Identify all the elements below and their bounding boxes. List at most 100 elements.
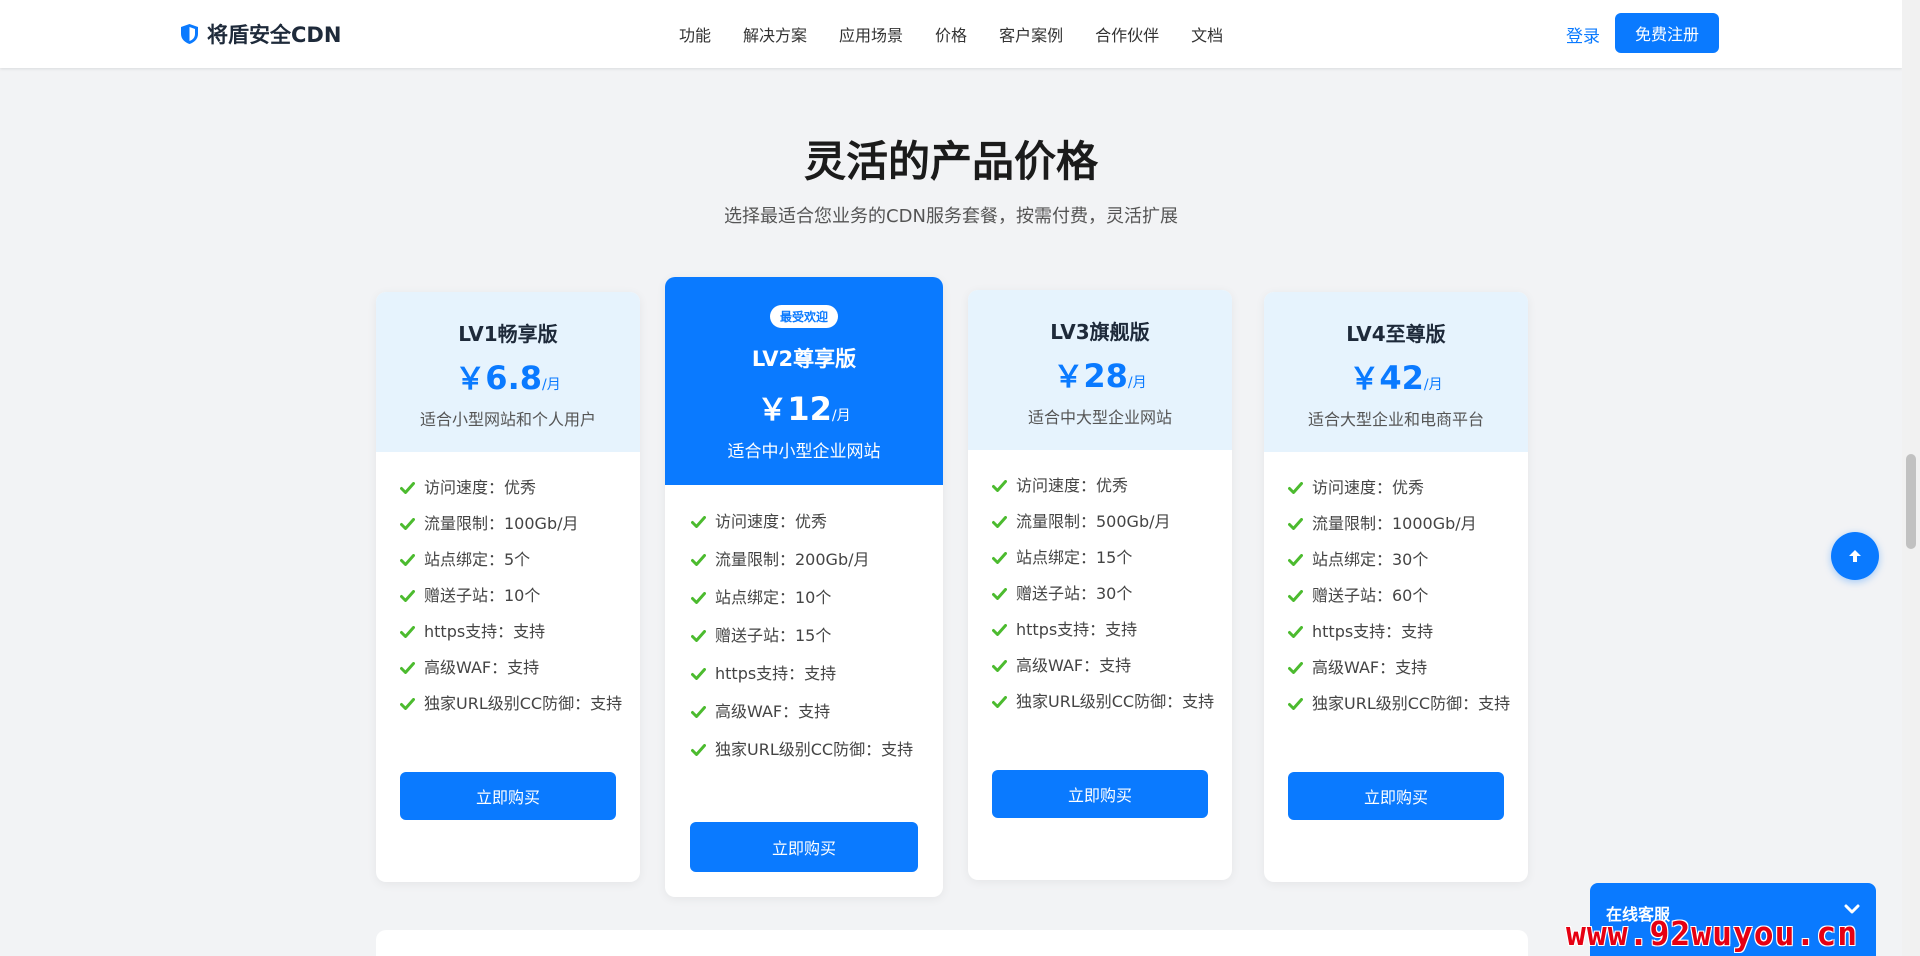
- check-icon: [691, 662, 707, 686]
- register-button[interactable]: 免费注册: [1615, 13, 1719, 53]
- check-icon: [1288, 656, 1304, 680]
- list-item: 流量限制：100Gb/月: [400, 512, 624, 548]
- feature-text: 流量限制：500Gb/月: [1016, 512, 1171, 531]
- list-item: 赠送子站：60个: [1288, 584, 1512, 620]
- feature-text: 访问速度：优秀: [1016, 476, 1129, 495]
- check-icon: [400, 692, 416, 716]
- check-icon: [400, 620, 416, 644]
- feature-text: 赠送子站：60个: [1312, 586, 1429, 605]
- check-icon: [400, 476, 416, 500]
- login-link[interactable]: 登录: [1566, 22, 1600, 47]
- feature-text: 站点绑定：15个: [1016, 548, 1133, 567]
- feature-text: 赠送子站：30个: [1016, 584, 1133, 603]
- check-icon: [1288, 476, 1304, 500]
- price-period: /月: [1127, 375, 1147, 391]
- feature-text: 高级WAF：支持: [715, 702, 831, 721]
- check-icon: [1288, 548, 1304, 572]
- list-item: 高级WAF：支持: [400, 656, 624, 692]
- plan-name: LV2尊享版: [751, 347, 857, 371]
- check-icon: [992, 654, 1008, 678]
- arrow-up-icon: [1849, 550, 1861, 562]
- list-item: 高级WAF：支持: [992, 654, 1216, 690]
- check-icon: [691, 624, 707, 648]
- feature-text: https支持：支持: [424, 622, 546, 641]
- price-amount: 6.8: [485, 359, 542, 397]
- nav-item-pricing[interactable]: 价格: [935, 22, 967, 46]
- feature-text: 高级WAF：支持: [1312, 658, 1428, 677]
- currency-symbol: ￥: [1349, 362, 1380, 397]
- feature-text: 流量限制：1000Gb/月: [1312, 514, 1477, 533]
- feature-text: 站点绑定：10个: [715, 588, 832, 607]
- plan-card-lv1: LV1畅享版 ￥6.8/月 适合小型网站和个人用户 访问速度：优秀 流量限制：1…: [376, 292, 640, 882]
- list-item: 赠送子站：30个: [992, 582, 1216, 618]
- feature-text: 高级WAF：支持: [424, 658, 540, 677]
- list-item: 站点绑定：5个: [400, 548, 624, 584]
- check-icon: [992, 546, 1008, 570]
- currency-symbol: ￥: [757, 393, 788, 428]
- plan-description: 适合中小型企业网站: [727, 442, 881, 462]
- list-item: 流量限制：1000Gb/月: [1288, 512, 1512, 548]
- price-amount: 12: [787, 390, 832, 428]
- plan-price: ￥12/月: [665, 385, 943, 429]
- plan-card-lv3: LV3旗舰版 ￥28/月 适合中大型企业网站 访问速度：优秀 流量限制：500G…: [968, 290, 1232, 880]
- nav-item-scenarios[interactable]: 应用场景: [839, 22, 903, 46]
- feature-list: 访问速度：优秀 流量限制：1000Gb/月 站点绑定：30个 赠送子站：60个 …: [1288, 476, 1512, 716]
- nav-item-features[interactable]: 功能: [679, 22, 711, 46]
- page-scrollbar[interactable]: [1902, 0, 1920, 956]
- site-watermark: www.92wuyou.cn: [1566, 914, 1859, 953]
- back-to-top-button[interactable]: [1831, 532, 1879, 580]
- check-icon: [1288, 512, 1304, 536]
- buy-button[interactable]: 立即购买: [992, 770, 1208, 818]
- brand-name: 将盾安全CDN: [207, 23, 342, 47]
- feature-text: 独家URL级别CC防御：支持: [1016, 692, 1215, 711]
- buy-button[interactable]: 立即购买: [1288, 772, 1504, 820]
- list-item: 独家URL级别CC防御：支持: [1288, 692, 1512, 716]
- feature-text: 独家URL级别CC防御：支持: [424, 694, 623, 713]
- next-section-card: [376, 930, 1528, 956]
- plan-price: ￥42/月: [1264, 354, 1528, 398]
- brand-logo[interactable]: 将盾安全CDN: [180, 18, 341, 50]
- check-icon: [691, 586, 707, 610]
- feature-text: 访问速度：优秀: [424, 478, 537, 497]
- nav-item-docs[interactable]: 文档: [1191, 22, 1223, 46]
- price-amount: 42: [1379, 359, 1424, 397]
- check-icon: [1288, 584, 1304, 608]
- check-icon: [992, 690, 1008, 714]
- nav-item-cases[interactable]: 客户案例: [999, 22, 1063, 46]
- pricing-subtitle: 选择最适合您业务的CDN服务套餐，按需付费，灵活扩展: [724, 206, 1178, 227]
- main-nav: 功能 解决方案 应用场景 价格 客户案例 合作伙伴 文档: [679, 0, 1223, 68]
- plan-header: LV3旗舰版 ￥28/月 适合中大型企业网站: [968, 290, 1232, 450]
- nav-item-solutions[interactable]: 解决方案: [743, 22, 807, 46]
- plan-description: 适合中大型企业网站: [1027, 408, 1172, 427]
- list-item: 访问速度：优秀: [691, 510, 925, 548]
- list-item: 赠送子站：10个: [400, 584, 624, 620]
- price-amount: 28: [1083, 357, 1128, 395]
- price-period: /月: [1423, 377, 1443, 393]
- currency-symbol: ￥: [455, 362, 486, 397]
- list-item: 站点绑定：10个: [691, 586, 925, 624]
- buy-button[interactable]: 立即购买: [400, 772, 616, 820]
- list-item: 高级WAF：支持: [1288, 656, 1512, 692]
- feature-text: 流量限制：100Gb/月: [424, 514, 579, 533]
- plan-card-lv2: 最受欢迎 LV2尊享版 ￥12/月 适合中小型企业网站 访问速度：优秀 流量限制…: [665, 277, 943, 897]
- buy-button[interactable]: 立即购买: [690, 822, 918, 872]
- top-navbar: 将盾安全CDN 功能 解决方案 应用场景 价格 客户案例 合作伙伴 文档 登录 …: [0, 0, 1902, 68]
- list-item: https支持：支持: [400, 620, 624, 656]
- feature-text: 站点绑定：30个: [1312, 550, 1429, 569]
- list-item: 站点绑定：15个: [992, 546, 1216, 582]
- list-item: https支持：支持: [1288, 620, 1512, 656]
- plan-price: ￥6.8/月: [376, 354, 640, 398]
- check-icon: [400, 548, 416, 572]
- feature-text: 独家URL级别CC防御：支持: [1312, 694, 1511, 713]
- check-icon: [992, 474, 1008, 498]
- plan-header: 最受欢迎 LV2尊享版 ￥12/月 适合中小型企业网站: [665, 277, 943, 485]
- feature-text: 站点绑定：5个: [424, 550, 531, 569]
- list-item: 访问速度：优秀: [400, 476, 624, 512]
- nav-item-partners[interactable]: 合作伙伴: [1095, 22, 1159, 46]
- check-icon: [691, 700, 707, 724]
- list-item: 流量限制：200Gb/月: [691, 548, 925, 586]
- list-item: 访问速度：优秀: [1288, 476, 1512, 512]
- feature-text: 独家URL级别CC防御：支持: [715, 740, 914, 759]
- scrollbar-thumb[interactable]: [1906, 454, 1916, 549]
- list-item: 访问速度：优秀: [992, 474, 1216, 510]
